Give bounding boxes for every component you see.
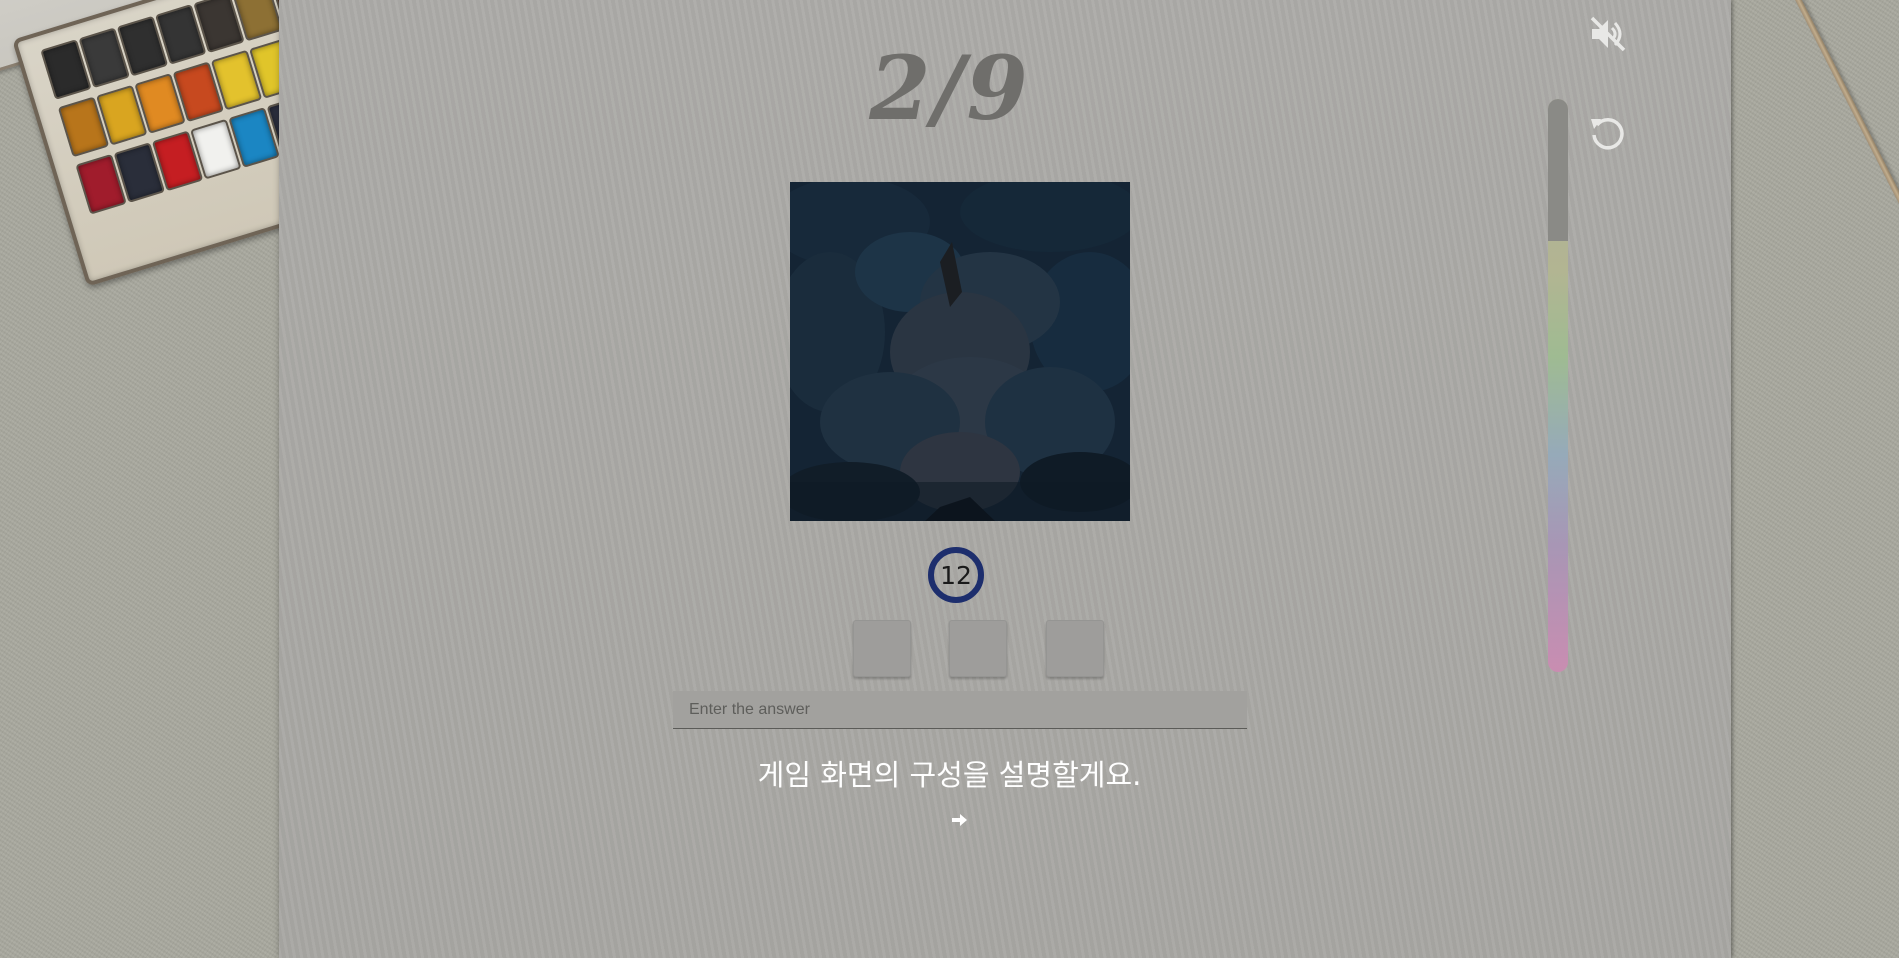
volume-mute-icon bbox=[1590, 16, 1626, 52]
countdown-timer: 12 bbox=[928, 547, 984, 603]
painting-strokes bbox=[790, 182, 1130, 521]
quiz-painting bbox=[790, 182, 1130, 521]
answer-letter-slot bbox=[1046, 620, 1104, 677]
restart-button[interactable] bbox=[1588, 113, 1628, 153]
mute-button[interactable] bbox=[1588, 14, 1628, 54]
next-button[interactable] bbox=[946, 808, 974, 832]
color-hint-slider[interactable] bbox=[1548, 99, 1568, 672]
answer-letter-slot bbox=[949, 620, 1007, 677]
answer-letter-slot bbox=[853, 620, 911, 677]
answer-input[interactable] bbox=[673, 691, 1247, 729]
timer-value: 12 bbox=[940, 560, 972, 590]
restart-icon bbox=[1591, 117, 1624, 150]
arrow-right-icon bbox=[952, 814, 967, 826]
slider-thumb[interactable] bbox=[1548, 99, 1568, 241]
tutorial-message: 게임 화면의 구성을 설명할게요. bbox=[757, 758, 1142, 792]
